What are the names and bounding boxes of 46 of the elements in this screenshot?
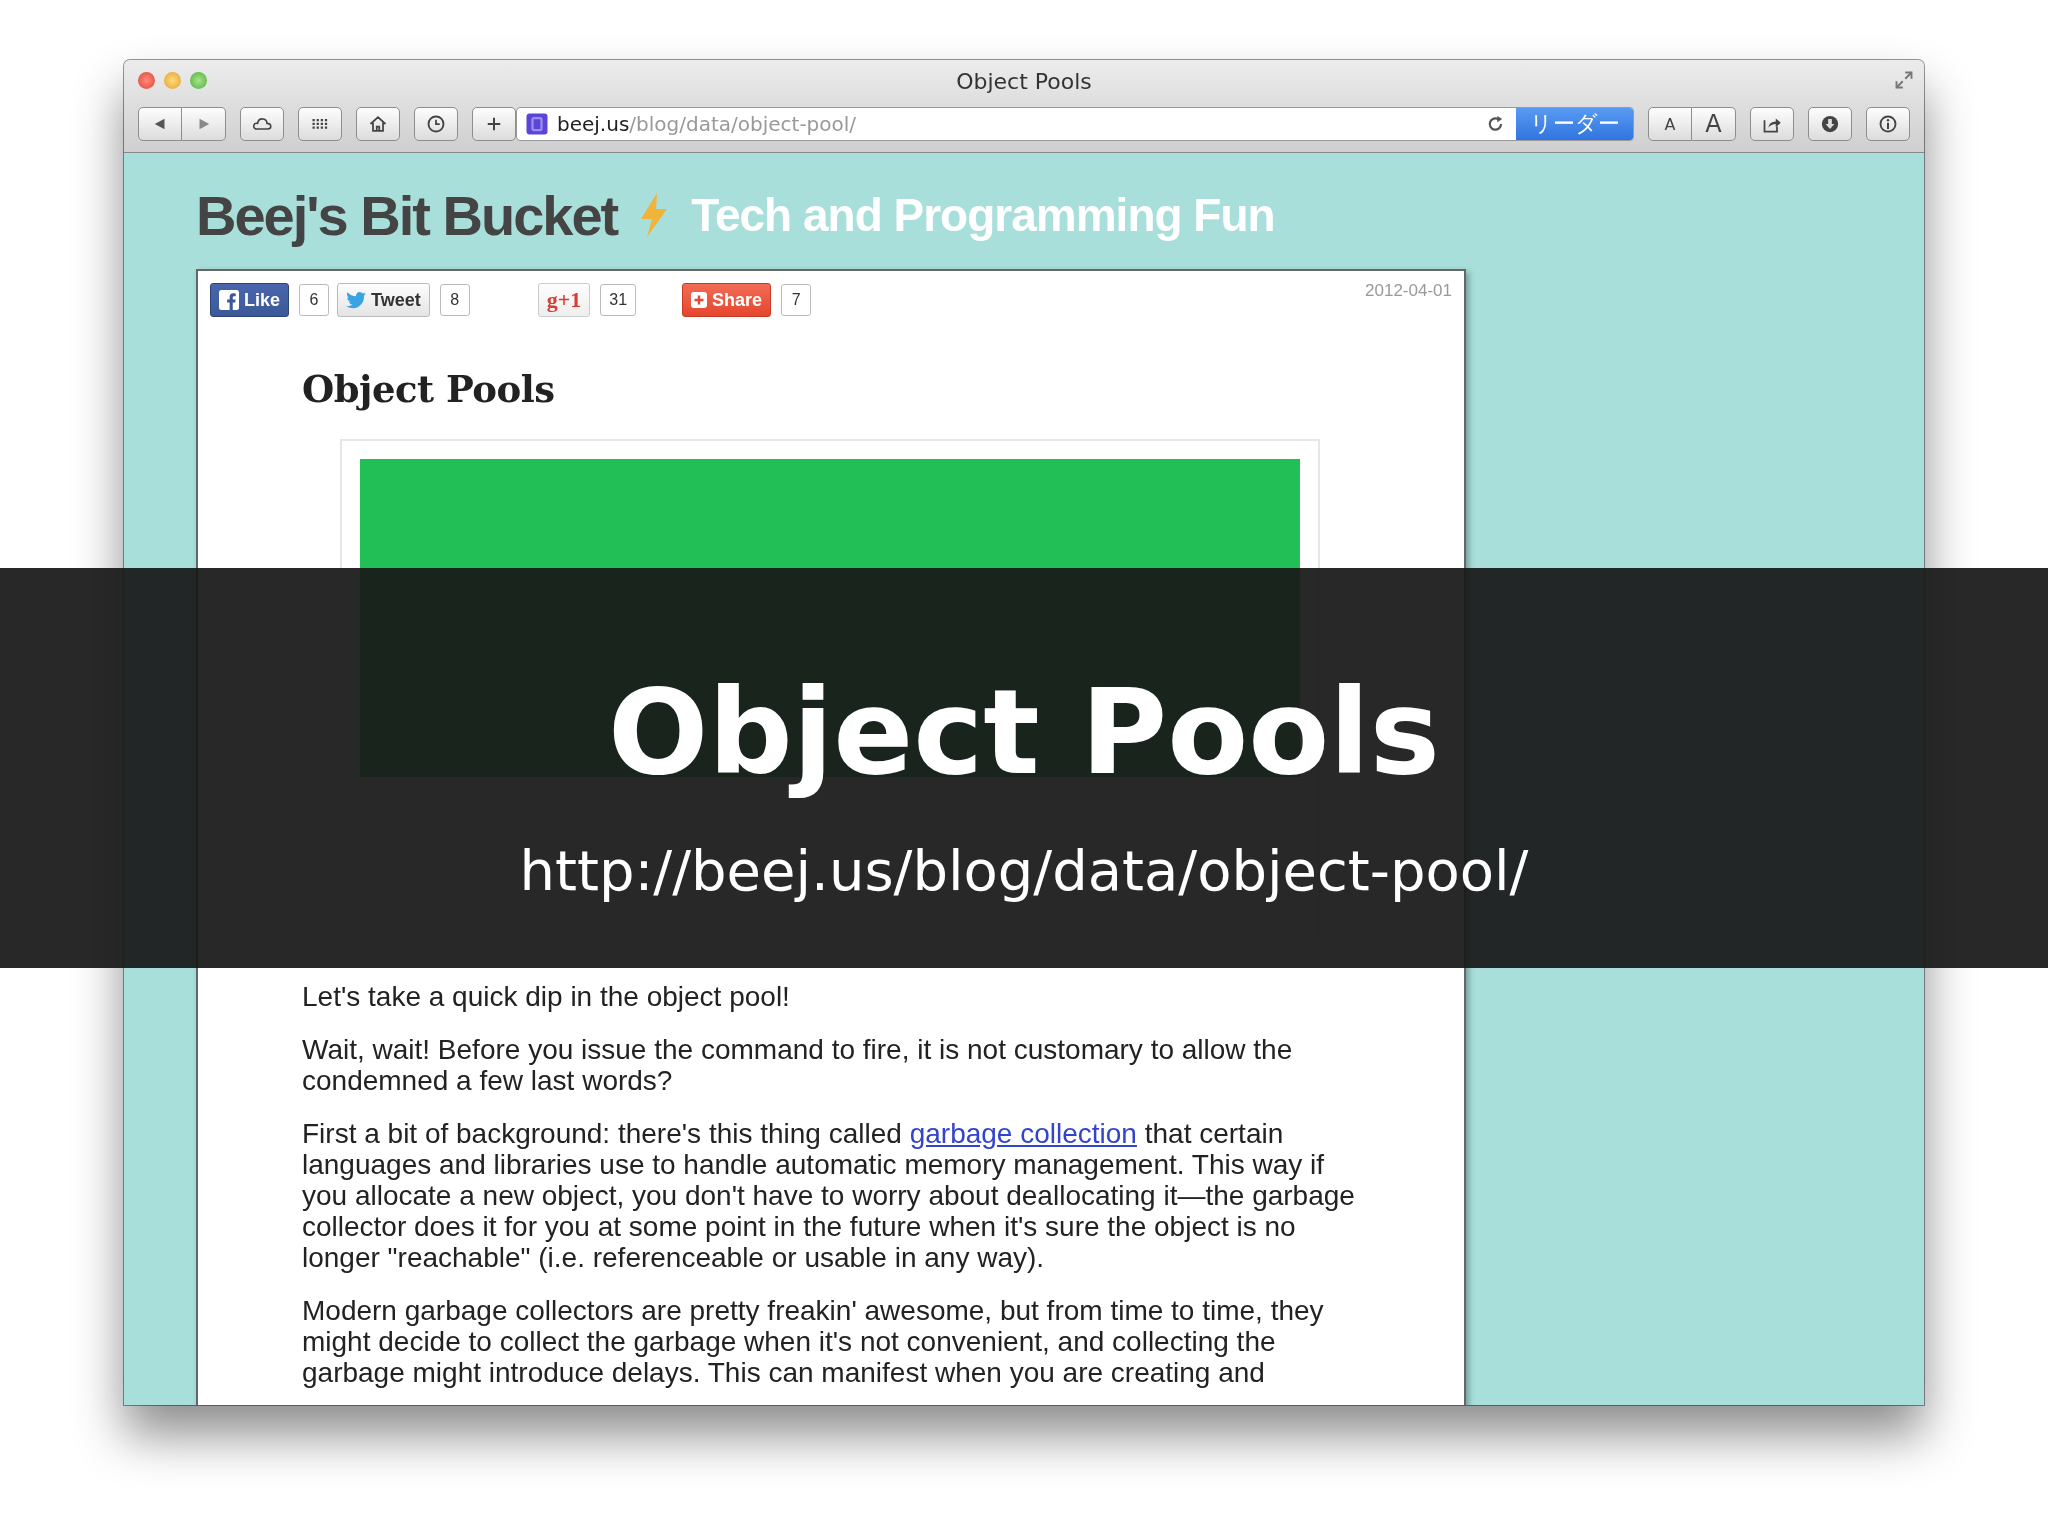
banner-url: http://beej.us/blog/data/object-pool/ <box>519 837 1529 903</box>
post-title: Object Pools <box>302 367 556 411</box>
address-field[interactable]: beej.us/blog/data/object-pool/ リーダー <box>516 107 1634 141</box>
share-button[interactable] <box>1750 107 1794 141</box>
right-triangle-icon <box>197 118 210 130</box>
banner-title: Object Pools <box>608 668 1440 798</box>
bird-icon <box>346 291 367 309</box>
left-triangle-icon <box>154 118 166 130</box>
body-paragraph: First a bit of background: there's this thing called garbage collection that certain languages and libraries use to handle automatic memory management. This way if you allocate a new object, you don't have to worry about deallocating it—the garbage collector does it for you at some point in the future when it's sure the object is no longer "reachable" (i.e. referenceable or usable in any way). <box>302 1118 1356 1273</box>
body-paragraph: Modern garbage collectors are pretty freakin' awesome, but from time to time, they might decide to collect the garbage when it's not convenient, and collecting the garbage might introduce delays. This can manifest when you are creating and <box>302 1295 1325 1388</box>
share-count: 8 <box>439 284 470 316</box>
post-date: 2012-04-01 <box>1365 281 1452 301</box>
social-button[interactable]: g+1 <box>537 283 591 317</box>
lightning-icon <box>639 193 670 237</box>
site-icon <box>525 112 549 136</box>
reader-button[interactable]: リーダー <box>1516 108 1633 140</box>
larger-text-button[interactable]: A <box>1692 107 1736 141</box>
facebook-icon <box>219 290 239 310</box>
downloads-button[interactable] <box>1808 107 1852 141</box>
top-sites-button[interactable] <box>298 107 342 141</box>
smaller-text-button[interactable]: A <box>1648 107 1692 141</box>
link[interactable]: garbage collection <box>909 1118 1137 1149</box>
window-title: Object Pools <box>956 69 1092 94</box>
fullscreen-icon[interactable] <box>1894 70 1914 90</box>
cloud-button[interactable] <box>240 107 284 141</box>
history-button[interactable] <box>414 107 458 141</box>
site-title[interactable]: Beej's Bit Bucket <box>196 182 618 248</box>
close-button[interactable] <box>138 72 155 89</box>
info-icon <box>1878 114 1898 134</box>
home-button[interactable] <box>356 107 400 141</box>
social-button[interactable]: Tweet <box>337 283 430 317</box>
clock-icon <box>426 114 446 134</box>
site-tagline: Tech and Programming Fun <box>691 188 1275 242</box>
new-tab-button[interactable] <box>472 107 516 141</box>
forward-button[interactable] <box>182 107 226 141</box>
back-button[interactable] <box>138 107 182 141</box>
body-paragraph: Let's take a quick dip in the object pool! <box>302 981 791 1012</box>
share-count: 31 <box>600 284 637 316</box>
download-icon <box>1820 114 1840 134</box>
info-button[interactable] <box>1866 107 1910 141</box>
plus-icon <box>691 292 708 308</box>
social-button[interactable]: Like <box>210 283 290 317</box>
share-count: 7 <box>781 284 812 316</box>
body-paragraph: Wait, wait! Before you issue the command to fire, it is not customary to allow the condemned a few last words? <box>302 1034 1294 1096</box>
share-count: 6 <box>299 284 330 316</box>
house-icon <box>368 114 388 134</box>
